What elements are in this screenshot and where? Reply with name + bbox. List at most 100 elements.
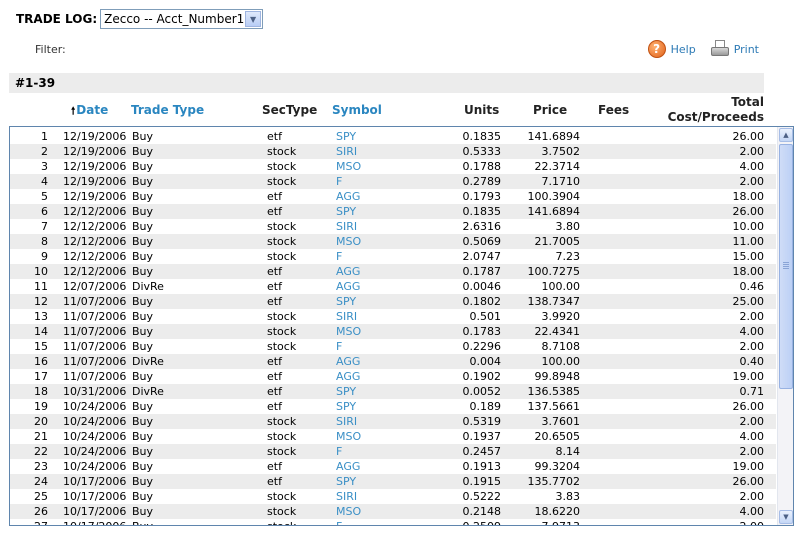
symbol-link[interactable]: SIRI xyxy=(336,309,357,324)
symbol-link[interactable]: SIRI xyxy=(336,144,357,159)
sec-type: etf xyxy=(267,370,282,383)
total-cost: 19.00 xyxy=(732,460,765,473)
table-row: 24 10/17/2006 Buy etf SPY 0.1915 135.7702 26.00 xyxy=(10,474,776,489)
trade-type: Buy xyxy=(132,430,154,443)
column-header-total[interactable]: Total Cost/Proceeds xyxy=(668,95,764,125)
trade-date: 10/31/2006 xyxy=(63,385,127,398)
chevron-down-icon[interactable]: ▼ xyxy=(245,11,262,27)
row-number: 6 xyxy=(41,205,48,218)
symbol-link[interactable]: SPY xyxy=(336,399,356,414)
row-number: 9 xyxy=(41,250,48,263)
price: 22.3714 xyxy=(534,160,581,173)
trade-date: 11/07/2006 xyxy=(63,310,127,323)
symbol-link[interactable]: F xyxy=(336,339,342,354)
sec-type: etf xyxy=(267,400,282,413)
column-header-sectype[interactable]: SecType xyxy=(262,103,317,117)
symbol-link[interactable]: F xyxy=(336,519,342,525)
symbol-link[interactable]: F xyxy=(336,174,342,189)
trade-date: 12/19/2006 xyxy=(63,190,127,203)
column-header-symbol[interactable]: Symbol xyxy=(332,103,382,117)
total-cost: 2.00 xyxy=(739,445,765,458)
scroll-up-icon[interactable]: ▲ xyxy=(779,128,793,142)
symbol-link[interactable]: SPY xyxy=(336,204,356,219)
symbol-link[interactable]: F xyxy=(336,249,342,264)
total-cost: 15.00 xyxy=(732,250,765,263)
trade-date: 10/24/2006 xyxy=(63,445,127,458)
units: 0.5319 xyxy=(462,415,502,428)
scroll-down-icon[interactable]: ▼ xyxy=(779,510,793,524)
symbol-link[interactable]: MSO xyxy=(336,234,361,249)
help-link[interactable]: Help xyxy=(671,43,696,56)
symbol-link[interactable]: MSO xyxy=(336,429,361,444)
column-header-total-line2: Cost/Proceeds xyxy=(667,110,764,124)
units: 0.1783 xyxy=(462,325,502,338)
price: 22.4341 xyxy=(534,325,581,338)
symbol-link[interactable]: F xyxy=(336,444,342,459)
sec-type: stock xyxy=(267,310,297,323)
symbol-link[interactable]: AGG xyxy=(336,369,360,384)
total-cost: 2.00 xyxy=(739,145,765,158)
filter-label[interactable]: Filter: xyxy=(35,43,66,56)
symbol-link[interactable]: SIRI xyxy=(336,414,357,429)
row-number: 1 xyxy=(41,130,48,143)
table-header: 🠕Date Trade Type SecType Symbol Units Pr… xyxy=(9,95,764,126)
printer-icon[interactable] xyxy=(710,40,730,58)
price: 8.7108 xyxy=(541,340,581,353)
column-header-total-line1: Total xyxy=(731,95,764,109)
row-number: 7 xyxy=(41,220,48,233)
trade-date: 10/17/2006 xyxy=(63,490,127,503)
symbol-link[interactable]: MSO xyxy=(336,324,361,339)
total-cost: 25.00 xyxy=(732,295,765,308)
units: 0.1902 xyxy=(462,370,502,383)
symbol-link[interactable]: AGG xyxy=(336,354,360,369)
row-number: 23 xyxy=(34,460,48,473)
trade-type: Buy xyxy=(132,145,154,158)
row-number: 20 xyxy=(34,415,48,428)
column-header-date[interactable]: 🠕Date xyxy=(71,103,108,121)
help-icon[interactable]: ? xyxy=(647,40,666,58)
symbol-link[interactable]: SPY xyxy=(336,294,356,309)
trade-date: 11/07/2006 xyxy=(63,325,127,338)
table-row: 11 12/07/2006 DivRe etf AGG 0.0046 100.00 0.46 xyxy=(10,279,776,294)
column-header-fees[interactable]: Fees xyxy=(598,103,629,117)
table-row: 18 10/31/2006 DivRe etf SPY 0.0052 136.5385 0.7… xyxy=(10,384,776,399)
trade-date: 12/07/2006 xyxy=(63,280,127,293)
row-number: 27 xyxy=(10,519,48,525)
units: 0.1915 xyxy=(462,475,502,488)
trade-type: Buy xyxy=(132,130,154,143)
price: 141.6894 xyxy=(527,130,581,143)
symbol-link[interactable]: MSO xyxy=(336,504,361,519)
column-header-units[interactable]: Units xyxy=(464,103,499,117)
symbol-link[interactable]: SPY xyxy=(336,384,356,399)
symbol-link[interactable]: AGG xyxy=(336,264,360,279)
row-number: 11 xyxy=(34,280,48,293)
column-header-price[interactable]: Price xyxy=(533,103,567,117)
units: 2.0747 xyxy=(462,250,502,263)
sec-type: stock xyxy=(267,490,297,503)
trade-date: 12/19/2006 xyxy=(63,130,127,143)
price: 3.83 xyxy=(555,490,581,503)
price: 100.00 xyxy=(541,280,581,293)
price: 135.7702 xyxy=(527,475,581,488)
symbol-link[interactable]: AGG xyxy=(336,279,360,294)
symbol-link[interactable]: SPY xyxy=(336,474,356,489)
symbol-link[interactable]: SIRI xyxy=(336,489,357,504)
table-row: 9 12/12/2006 Buy stock F 2.0747 7.23 15.00 xyxy=(10,249,776,264)
vertical-scrollbar[interactable]: ▲ ▼ xyxy=(777,127,793,525)
total-cost: 26.00 xyxy=(732,205,765,218)
price: 99.8948 xyxy=(534,370,581,383)
row-number: 10 xyxy=(34,265,48,278)
symbol-link[interactable]: SIRI xyxy=(336,219,357,234)
symbol-link[interactable]: AGG xyxy=(336,459,360,474)
total-cost: 2.00 xyxy=(739,415,765,428)
account-select[interactable]: Zecco -- Acct_Number1 ▼ xyxy=(100,9,264,29)
symbol-link[interactable]: MSO xyxy=(336,159,361,174)
row-number: 25 xyxy=(34,490,48,503)
print-link[interactable]: Print xyxy=(734,43,759,56)
scroll-thumb[interactable] xyxy=(779,144,793,389)
row-number: 4 xyxy=(41,175,48,188)
table-row: 16 11/07/2006 DivRe etf AGG 0.004 100.00 0.40 xyxy=(10,354,776,369)
symbol-link[interactable]: AGG xyxy=(336,189,360,204)
column-header-trade-type[interactable]: Trade Type xyxy=(131,103,204,117)
symbol-link[interactable]: SPY xyxy=(336,129,356,144)
